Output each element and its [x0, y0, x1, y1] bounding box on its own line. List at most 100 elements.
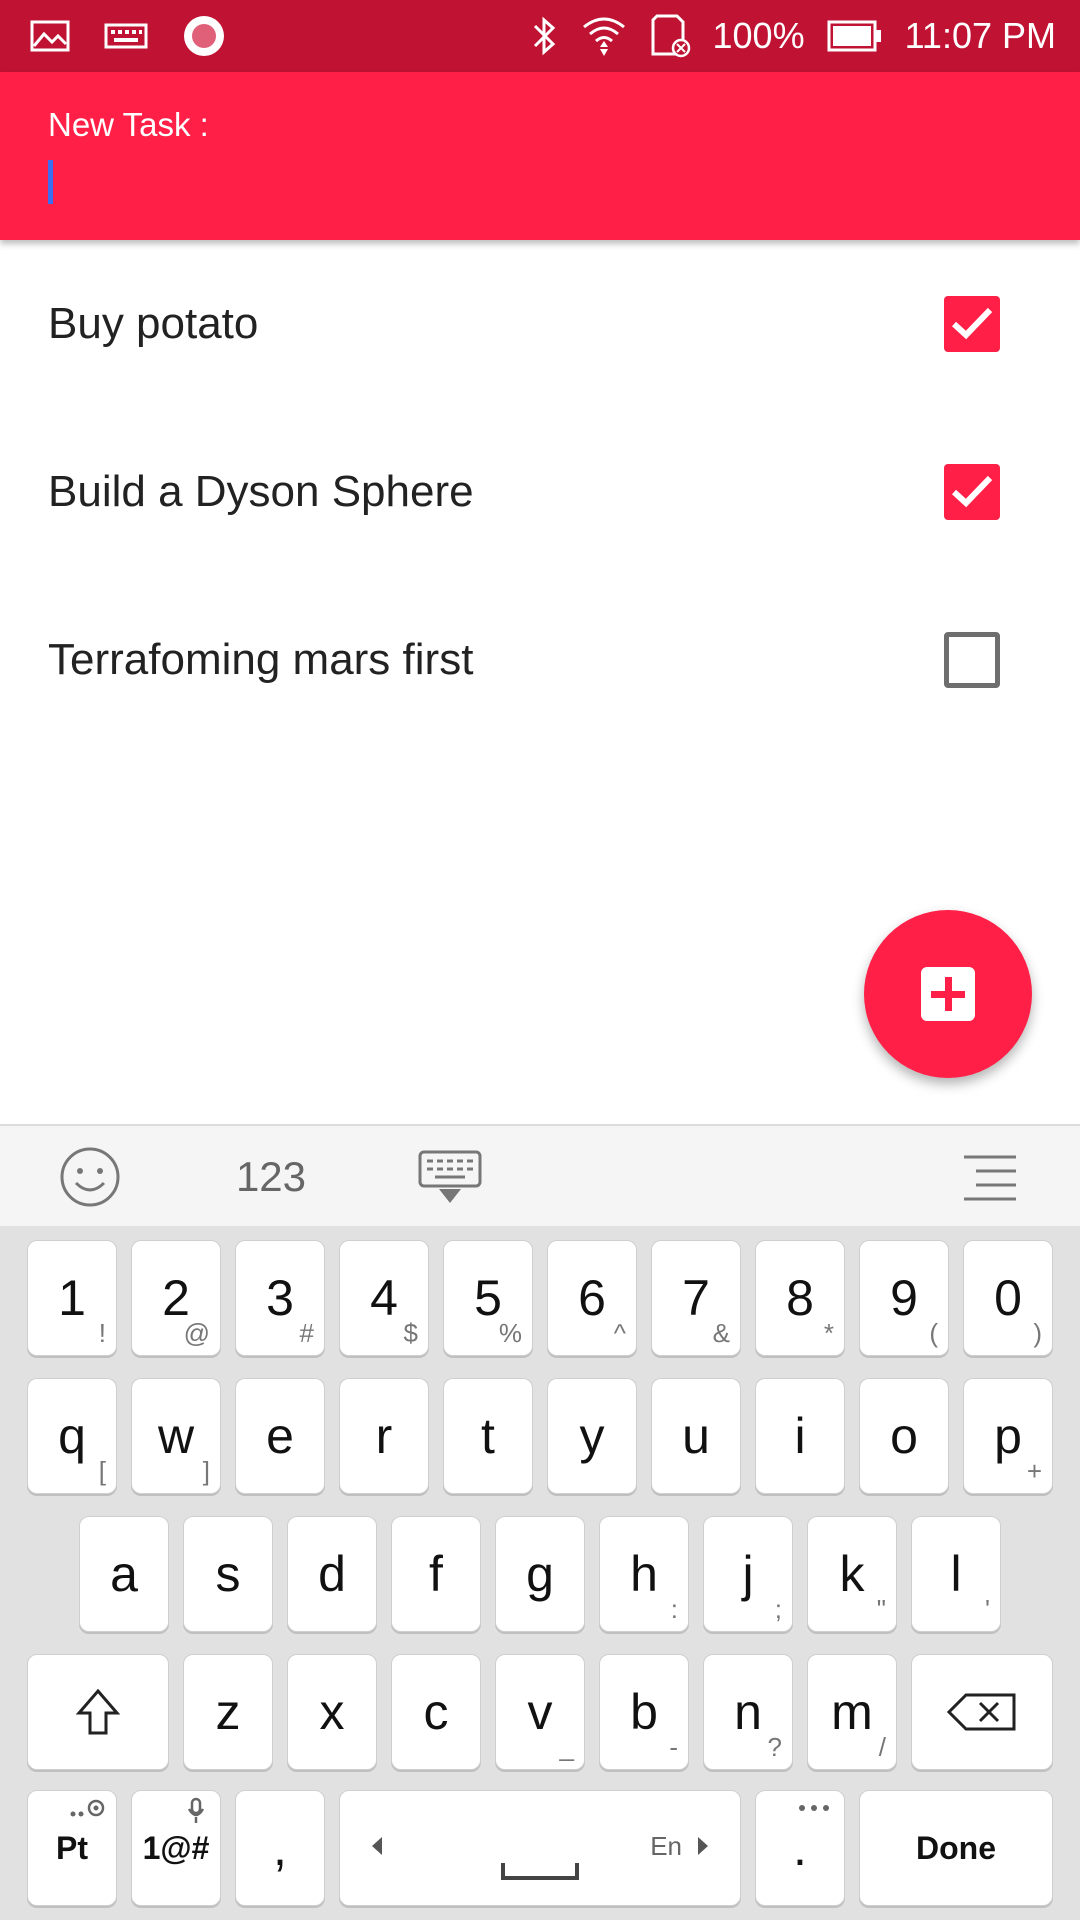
more-icon	[798, 1799, 830, 1817]
key-secondary-label: ]	[202, 1456, 210, 1486]
task-label: Build a Dyson Sphere	[48, 467, 474, 516]
key-label: f	[429, 1546, 443, 1602]
numbers-mode-button[interactable]: 123	[228, 1126, 314, 1228]
key-label: i	[794, 1408, 806, 1464]
key-t[interactable]: t	[443, 1378, 533, 1494]
key-q[interactable]: q[	[27, 1378, 117, 1494]
period-key[interactable]: .	[755, 1790, 845, 1906]
settings-icon	[70, 1797, 106, 1824]
text-caret	[48, 160, 53, 204]
comma-key-label: ,	[273, 1820, 287, 1876]
task-item[interactable]: Terrafoming mars first	[0, 576, 1080, 744]
space-key[interactable]: En	[339, 1790, 741, 1906]
key-secondary-label: ;	[774, 1594, 782, 1624]
key-7[interactable]: 7 &	[651, 1240, 741, 1356]
comma-key[interactable]: ,	[235, 1790, 325, 1906]
add-icon	[921, 967, 975, 1021]
add-task-button[interactable]	[864, 910, 1032, 1078]
record-icon	[182, 14, 226, 58]
key-label: z	[215, 1684, 241, 1740]
new-task-input[interactable]	[44, 154, 1028, 214]
shift-key[interactable]	[27, 1654, 169, 1770]
key-label: d	[318, 1546, 346, 1602]
key-secondary-label: #	[299, 1318, 314, 1348]
key-p[interactable]: p +	[963, 1378, 1053, 1494]
key-secondary-label: [	[98, 1456, 106, 1486]
key-z[interactable]: z	[183, 1654, 273, 1770]
key-secondary-label: (	[929, 1318, 938, 1348]
done-key[interactable]: Done	[859, 1790, 1053, 1906]
key-9[interactable]: 9(	[859, 1240, 949, 1356]
key-s[interactable]: s	[183, 1516, 273, 1632]
menu-icon[interactable]	[960, 1126, 1020, 1228]
keyboard-toolbar: 123	[0, 1124, 1080, 1228]
key-0[interactable]: 0)	[963, 1240, 1053, 1356]
key-label: t	[481, 1408, 495, 1464]
battery-percent: 100%	[712, 15, 805, 56]
key-label: g	[526, 1546, 554, 1602]
key-w[interactable]: w]	[131, 1378, 221, 1494]
space-language-label: En	[650, 1831, 682, 1861]
key-b[interactable]: b-	[599, 1654, 689, 1770]
gallery-icon	[30, 20, 70, 52]
key-secondary-label: /	[878, 1732, 886, 1762]
key-u[interactable]: u	[651, 1378, 741, 1494]
key-f[interactable]: f	[391, 1516, 481, 1632]
key-secondary-label: %	[498, 1318, 522, 1348]
task-item[interactable]: Buy potato	[0, 240, 1080, 408]
keyboard-hide-icon[interactable]	[414, 1126, 486, 1228]
key-c[interactable]: c	[391, 1654, 481, 1770]
cursor-right-icon	[696, 1835, 710, 1862]
key-secondary-label: -	[669, 1732, 678, 1762]
space-bar-icon	[500, 1861, 580, 1886]
new-task-label: New Task :	[48, 106, 209, 143]
status-bar: 100% 11:07 PM	[0, 0, 1080, 72]
key-v[interactable]: v _	[495, 1654, 585, 1770]
key-4[interactable]: 4 $	[339, 1240, 429, 1356]
task-checkbox[interactable]	[944, 632, 1000, 688]
key-i[interactable]: i	[755, 1378, 845, 1494]
key-1[interactable]: 1!	[27, 1240, 117, 1356]
clock: 11:07 PM	[904, 15, 1056, 56]
key-secondary-label: !	[98, 1318, 106, 1348]
key-5[interactable]: 5%	[443, 1240, 533, 1356]
key-j[interactable]: j;	[703, 1516, 793, 1632]
task-item[interactable]: Build a Dyson Sphere	[0, 408, 1080, 576]
key-l[interactable]: l '	[911, 1516, 1001, 1632]
soft-keyboard: 1! 2 @3 #4 $5% 6 ^ 7 & 8 * 9(0) q[w] e r t y u i o p + a s d f g h:…	[0, 1226, 1080, 1920]
key-m[interactable]: m /	[807, 1654, 897, 1770]
backspace-key[interactable]	[911, 1654, 1053, 1770]
emoji-icon[interactable]	[54, 1126, 126, 1228]
key-a[interactable]: a	[79, 1516, 169, 1632]
symbols-key-label: 1@#	[142, 1829, 210, 1866]
key-secondary-label: "	[876, 1594, 886, 1624]
key-k[interactable]: k "	[807, 1516, 897, 1632]
key-h[interactable]: h:	[599, 1516, 689, 1632]
key-8[interactable]: 8 *	[755, 1240, 845, 1356]
key-n[interactable]: n?	[703, 1654, 793, 1770]
task-checkbox[interactable]	[944, 464, 1000, 520]
backspace-icon	[912, 1655, 1052, 1769]
task-checkbox[interactable]	[944, 296, 1000, 352]
check-icon	[951, 475, 993, 508]
battery-icon	[827, 20, 883, 52]
key-6[interactable]: 6 ^	[547, 1240, 637, 1356]
bluetooth-icon	[531, 16, 559, 56]
key-x[interactable]: x	[287, 1654, 377, 1770]
keyboard-icon	[104, 23, 148, 49]
key-d[interactable]: d	[287, 1516, 377, 1632]
key-label: o	[890, 1408, 918, 1464]
symbols-key[interactable]: 1@#	[131, 1790, 221, 1906]
key-o[interactable]: o	[859, 1378, 949, 1494]
key-label: r	[375, 1408, 393, 1464]
check-icon	[951, 307, 993, 340]
language-key[interactable]: Pt	[27, 1790, 117, 1906]
key-3[interactable]: 3 #	[235, 1240, 325, 1356]
key-y[interactable]: y	[547, 1378, 637, 1494]
key-e[interactable]: e	[235, 1378, 325, 1494]
key-label: c	[423, 1684, 449, 1740]
key-g[interactable]: g	[495, 1516, 585, 1632]
key-r[interactable]: r	[339, 1378, 429, 1494]
key-label: y	[579, 1408, 605, 1464]
key-2[interactable]: 2 @	[131, 1240, 221, 1356]
